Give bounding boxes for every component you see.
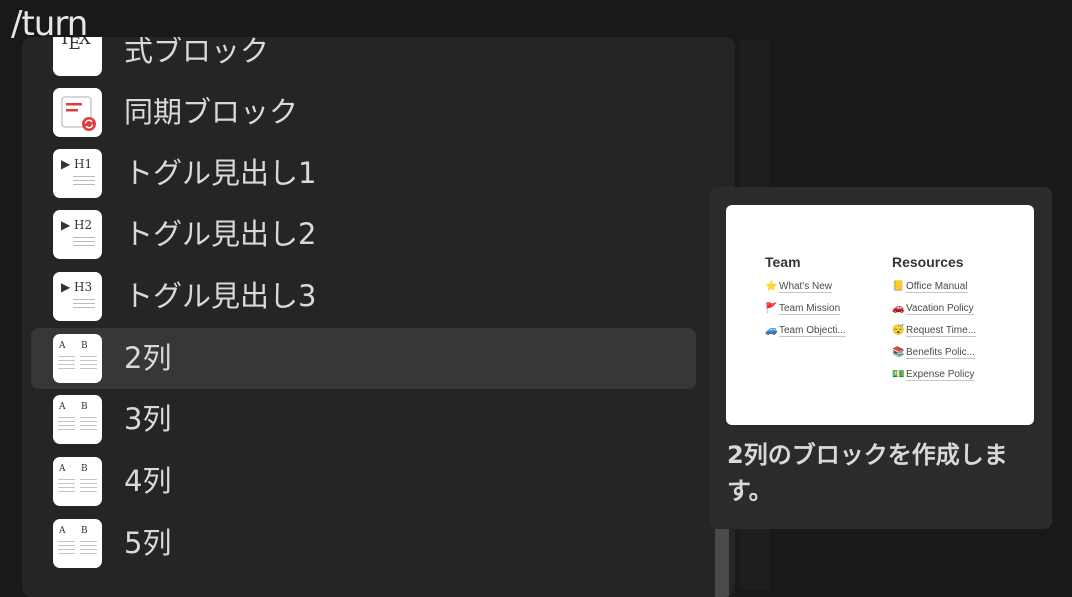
car-icon: 🚗 xyxy=(892,303,905,314)
menu-item-label: 2列 xyxy=(124,341,172,375)
menu-item-equation-block[interactable]: TEX 式ブロック xyxy=(31,37,696,82)
preview-row: 💵 Expense Policy xyxy=(892,364,976,386)
thumb-heading-glyph: ▶ H1 xyxy=(61,157,93,171)
car-icon: 🚙 xyxy=(765,325,778,336)
preview-column-resources: Resources 📒 Office Manual 🚗 Vacation Polic… xyxy=(892,250,977,386)
columns-icon: A B xyxy=(53,334,102,383)
menu-item-label: トグル見出し1 xyxy=(124,156,317,190)
preview-row: 🚗 Vacation Policy xyxy=(892,298,976,320)
column-letter-b: B xyxy=(81,464,88,474)
menu-item-2-columns[interactable]: A B 2列 xyxy=(31,328,696,389)
menu-item-label: 4列 xyxy=(124,464,172,498)
column-letter-a: A xyxy=(59,341,66,351)
menu-item-synced-block[interactable]: 同期ブロック xyxy=(31,82,696,143)
column-letter-b: B xyxy=(81,341,88,351)
menu-item-3-columns[interactable]: A B 3列 xyxy=(31,389,696,450)
notebook-icon: 📒 xyxy=(892,281,905,292)
menu-item-label: 同期ブロック xyxy=(124,95,299,129)
toggle-heading-1-icon: ▶ H1 xyxy=(53,149,102,198)
menu-item-label: 3列 xyxy=(124,402,172,436)
menu-item-5-columns[interactable]: A B 5列 xyxy=(31,513,696,574)
block-preview-panel: Team ⭐ What's New 🚩 Team Mission 🚙 Team Obj… xyxy=(709,187,1052,529)
menu-item-toggle-heading-1[interactable]: ▶ H1 トグル見出し1 xyxy=(31,143,696,204)
menu-item-label: トグル見出し2 xyxy=(124,217,317,251)
tex-icon: TEX xyxy=(53,37,102,76)
preview-column-heading: Team xyxy=(765,254,801,270)
preview-row: 📒 Office Manual xyxy=(892,276,976,298)
synced-block-icon xyxy=(53,88,102,137)
column-letter-a: A xyxy=(59,402,66,412)
books-icon: 📚 xyxy=(892,347,905,358)
flag-icon: 🚩 xyxy=(765,303,778,314)
toggle-heading-3-icon: ▶ H3 xyxy=(53,272,102,321)
menu-item-label: 式ブロック xyxy=(124,37,270,68)
thumb-heading-glyph: ▶ H3 xyxy=(61,280,93,294)
preview-row: 🚙 Team Objecti... xyxy=(765,320,846,342)
preview-column-team: Team ⭐ What's New 🚩 Team Mission 🚙 Team Obj… xyxy=(765,250,846,342)
money-icon: 💵 xyxy=(892,369,905,380)
column-letter-b: B xyxy=(81,526,88,536)
columns-icon: A B xyxy=(53,519,102,568)
menu-item-toggle-heading-3[interactable]: ▶ H3 トグル見出し3 xyxy=(31,266,696,327)
toggle-heading-2-icon: ▶ H2 xyxy=(53,210,102,259)
menu-list: TEX 式ブロック 同期ブロック ▶ H1 トグル見出し1 ▶ H2 トグル見出… xyxy=(22,37,735,597)
preview-row: 🚩 Team Mission xyxy=(765,298,846,320)
preview-row: ⭐ What's New xyxy=(765,276,846,298)
menu-item-label: 5列 xyxy=(124,526,172,560)
menu-item-label: トグル見出し3 xyxy=(124,279,317,313)
preview-image: Team ⭐ What's New 🚩 Team Mission 🚙 Team Obj… xyxy=(726,205,1034,425)
star-icon: ⭐ xyxy=(765,281,778,292)
preview-column-heading: Resources xyxy=(892,254,964,270)
menu-item-toggle-heading-2[interactable]: ▶ H2 トグル見出し2 xyxy=(31,204,696,265)
slash-command-menu: TEX 式ブロック 同期ブロック ▶ H1 トグル見出し1 ▶ H2 トグル見出… xyxy=(22,37,735,597)
preview-row: 📚 Benefits Polic... xyxy=(892,342,976,364)
menu-scrollbar[interactable] xyxy=(715,523,729,597)
preview-description: 2列のブロックを作成します。 xyxy=(727,441,1008,505)
menu-item-4-columns[interactable]: A B 4列 xyxy=(31,451,696,512)
column-letter-a: A xyxy=(59,526,66,536)
sleeping-face-icon: 😴 xyxy=(892,325,905,336)
thumb-heading-glyph: ▶ H2 xyxy=(61,218,93,232)
preview-row: 😴 Request Time... xyxy=(892,320,977,342)
columns-icon: A B xyxy=(53,457,102,506)
tex-logo-e: E xyxy=(68,37,81,54)
column-letter-a: A xyxy=(59,464,66,474)
column-letter-b: B xyxy=(81,402,88,412)
columns-icon: A B xyxy=(53,395,102,444)
